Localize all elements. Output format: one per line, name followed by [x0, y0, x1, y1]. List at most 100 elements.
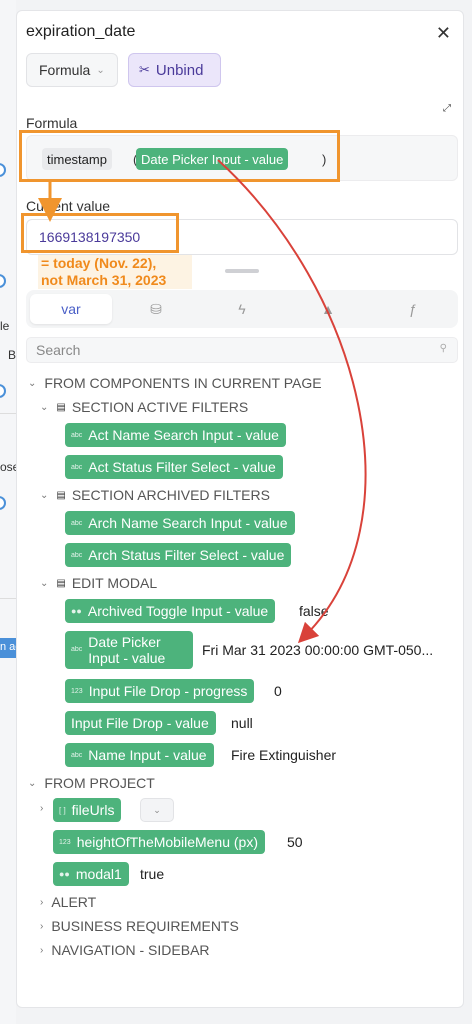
close-icon[interactable]: ✕: [436, 23, 451, 44]
background-text: le: [0, 319, 10, 333]
group-label: SECTION ARCHIVED FILTERS: [71, 487, 270, 503]
group-business-requirements[interactable]: › BUSINESS REQUIREMENTS: [40, 918, 239, 934]
variable-chip[interactable]: [ ] fileUrls: [53, 798, 122, 822]
chevron-down-icon: ⌄: [96, 64, 105, 76]
array-type-icon: [ ]: [59, 805, 66, 815]
lightning-icon: ϟ: [238, 301, 246, 317]
text-type-icon: abc: [71, 463, 83, 471]
variable-value: false: [299, 603, 329, 619]
group-navigation-sidebar[interactable]: › NAVIGATION - SIDEBAR: [40, 942, 210, 958]
chevron-down-icon: ⌄: [40, 577, 49, 589]
chevron-down-icon: ⌄: [28, 777, 37, 789]
mode-select[interactable]: Formula ⌄: [26, 53, 118, 87]
text-type-icon: abc: [71, 551, 83, 559]
variable-chip[interactable]: abc Arch Status Filter Select - value: [65, 543, 292, 567]
chevron-right-icon: ›: [40, 920, 44, 932]
background-button: n ac: [0, 638, 16, 658]
variable-value: true: [140, 866, 165, 882]
variable-label: Input File Drop - progress: [88, 683, 248, 699]
variable-label: Date Picker Input - value: [88, 634, 166, 666]
variable-chip[interactable]: ●● modal1: [53, 862, 129, 886]
group-label: ALERT: [51, 894, 97, 910]
variable-chip[interactable]: abc Act Status Filter Select - value: [65, 455, 283, 479]
variable-label: heightOfTheMobileMenu (px): [76, 834, 258, 850]
background-divider: [0, 413, 16, 414]
unlink-icon: ✂: [139, 62, 150, 77]
resize-handle[interactable]: [225, 269, 259, 273]
variable-chip[interactable]: abc Name Input - value: [65, 743, 214, 767]
group-active-filters[interactable]: ⌄ ▤ SECTION ACTIVE FILTERS: [40, 399, 248, 415]
boolean-type-icon: ●●: [71, 606, 82, 616]
variable-icon: var: [61, 301, 81, 317]
search-input[interactable]: Search ⚲: [26, 337, 458, 363]
chevron-down-icon: ⌄: [153, 804, 161, 815]
annotation-note: = today (Nov. 22), not March 31, 2023: [38, 255, 192, 289]
annotation-line-2: not March 31, 2023: [41, 272, 167, 288]
group-label: NAVIGATION - SIDEBAR: [51, 942, 210, 958]
variable-label: Arch Status Filter Select - value: [88, 547, 285, 563]
variable-value: Fri Mar 31 2023 00:00:00 GMT-050...: [202, 642, 434, 658]
group-components[interactable]: ⌄ FROM COMPONENTS IN CURRENT PAGE: [28, 375, 322, 391]
annotation-line-1: = today (Nov. 22),: [41, 255, 157, 271]
group-label: SECTION ACTIVE FILTERS: [71, 399, 249, 415]
mode-select-label: Formula: [39, 62, 91, 78]
variable-label: modal1: [75, 866, 122, 882]
annotation-highlight-formula: [19, 130, 340, 182]
formula-label: Formula: [26, 115, 78, 131]
group-edit-modal[interactable]: ⌄ ▤ EDIT MODAL: [40, 575, 157, 591]
section-icon: ▤: [56, 489, 66, 501]
variable-label: Archived Toggle Input - value: [87, 603, 269, 619]
chevron-down-icon: ⌄: [28, 377, 37, 389]
text-type-icon: abc: [71, 751, 83, 759]
number-type-icon: 123: [59, 838, 71, 846]
group-alert[interactable]: › ALERT: [40, 894, 96, 910]
group-project[interactable]: ⌄ FROM PROJECT: [28, 775, 155, 791]
chevron-down-icon: ⌄: [40, 401, 49, 413]
section-icon: ▤: [56, 401, 66, 413]
variable-label: Name Input - value: [88, 747, 207, 763]
search-placeholder: Search: [36, 342, 81, 358]
tab-collections[interactable]: ⛁: [114, 294, 198, 324]
variable-chip[interactable]: abc Act Name Search Input - value: [65, 423, 286, 447]
database-icon: ⛁: [150, 300, 162, 317]
variable-value: 50: [287, 834, 303, 850]
variable-chip[interactable]: 123 heightOfTheMobileMenu (px): [53, 830, 265, 854]
tab-assets[interactable]: ▲: [286, 294, 370, 324]
chevron-right-icon: ›: [40, 944, 44, 956]
tab-formulas[interactable]: ƒ: [372, 294, 454, 324]
group-archived-filters[interactable]: ⌄ ▤ SECTION ARCHIVED FILTERS: [40, 487, 270, 503]
text-type-icon: abc: [71, 431, 83, 439]
number-type-icon: 123: [71, 687, 83, 695]
variable-value: 0: [274, 683, 282, 699]
unbind-label: Unbind: [155, 61, 204, 79]
tab-workflows[interactable]: ϟ: [200, 294, 284, 324]
chevron-right-icon: ›: [40, 896, 44, 908]
variable-chip[interactable]: abc Date Picker Input - value: [65, 631, 193, 669]
panel-title: expiration_date: [26, 23, 136, 40]
variable-chip[interactable]: Input File Drop - value: [65, 711, 216, 735]
current-value-label: Current value: [26, 198, 111, 214]
variable-chip[interactable]: abc Arch Name Search Input - value: [65, 511, 295, 535]
array-dropdown[interactable]: ⌄: [140, 798, 174, 822]
boolean-type-icon: ●●: [59, 869, 70, 879]
chevron-down-icon: ⌄: [40, 489, 49, 501]
expand-icon[interactable]: ⤢: [443, 103, 451, 114]
background-divider: [0, 598, 16, 599]
variable-value: Fire Extinguisher: [231, 747, 337, 763]
unbind-button[interactable]: ✂ Unbind: [128, 53, 221, 87]
search-icon: ⚲: [439, 343, 447, 354]
background-app: [0, 0, 16, 1024]
variable-chip[interactable]: ●● Archived Toggle Input - value: [65, 599, 276, 623]
variable-label: fileUrls: [71, 802, 115, 818]
variable-chip[interactable]: 123 Input File Drop - progress: [65, 679, 255, 703]
variable-tabs: var ⛁ ϟ ▲ ƒ: [26, 290, 458, 328]
tab-variables[interactable]: var: [30, 294, 112, 324]
variable-label: Arch Name Search Input - value: [88, 515, 288, 531]
expand-file-urls[interactable]: ›: [40, 803, 51, 814]
annotation-highlight-value: [21, 213, 179, 253]
chevron-right-icon: ›: [40, 803, 44, 814]
mountain-icon: ▲: [321, 301, 335, 317]
variable-label: Act Name Search Input - value: [88, 427, 279, 443]
variable-label: Act Status Filter Select - value: [88, 459, 276, 475]
group-label: BUSINESS REQUIREMENTS: [51, 918, 239, 934]
